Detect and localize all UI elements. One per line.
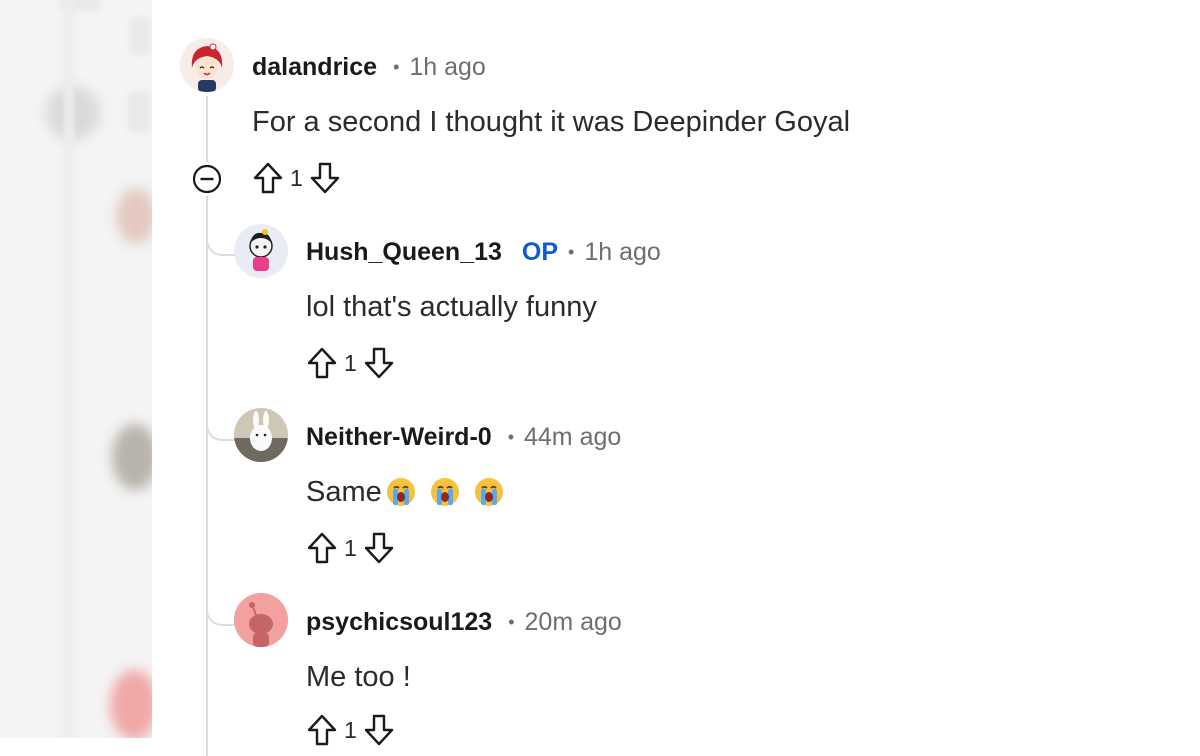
avatar[interactable] <box>234 224 288 278</box>
downvote-button[interactable] <box>361 530 397 566</box>
avatar[interactable] <box>234 408 288 462</box>
loudly-crying-face-icon <box>474 478 503 506</box>
timestamp[interactable]: 1h ago <box>584 238 660 267</box>
vote-bar: 1 <box>304 345 397 381</box>
comment-body: Me too ! <box>306 660 411 693</box>
separator-dot: • <box>508 611 515 632</box>
background-blur <box>0 0 152 738</box>
downvote-arrow-icon <box>364 532 393 564</box>
comment-meta: dalandrice • 1h ago <box>252 50 486 84</box>
upvote-button[interactable] <box>304 712 340 748</box>
avatar[interactable] <box>180 38 234 92</box>
separator-dot: • <box>393 56 400 77</box>
comment-body: For a second I thought it was Deepinder … <box>252 105 851 138</box>
author-name[interactable]: psychicsoul123 <box>306 608 492 637</box>
comment-meta: Neither-Weird-0 • 44m ago <box>306 420 621 454</box>
timestamp[interactable]: 20m ago <box>525 608 622 637</box>
downvote-button[interactable] <box>361 345 397 381</box>
vote-score: 1 <box>344 534 357 561</box>
upvote-arrow-icon <box>307 347 337 379</box>
upvote-arrow-icon <box>307 532 337 564</box>
thread-line <box>206 196 208 756</box>
vote-bar: 1 <box>304 530 397 566</box>
timestamp[interactable]: 44m ago <box>524 423 621 452</box>
vote-score: 1 <box>290 164 303 191</box>
downvote-arrow-icon <box>364 347 393 379</box>
collapse-thread-button[interactable] <box>190 162 224 196</box>
downvote-arrow-icon <box>364 714 393 746</box>
vote-score: 1 <box>344 349 357 376</box>
vote-bar: 1 <box>250 160 343 196</box>
author-name[interactable]: dalandrice <box>252 53 377 82</box>
loudly-crying-face-icon <box>386 478 415 506</box>
avatar[interactable] <box>234 593 288 647</box>
separator-dot: • <box>507 426 514 447</box>
comment-meta: Hush_Queen_13 OP • 1h ago <box>306 235 661 269</box>
upvote-button[interactable] <box>250 160 286 196</box>
comment-text: Same <box>306 475 382 508</box>
op-badge: OP <box>521 237 559 266</box>
downvote-button[interactable] <box>361 712 397 748</box>
upvote-button[interactable] <box>304 345 340 381</box>
downvote-button[interactable] <box>307 160 343 196</box>
author-name[interactable]: Neither-Weird-0 <box>306 423 492 452</box>
vote-bar: 1 <box>304 712 397 748</box>
minus-circle-icon <box>192 164 222 194</box>
thread-line <box>206 96 208 166</box>
upvote-arrow-icon <box>253 162 283 194</box>
downvote-arrow-icon <box>310 162 339 194</box>
loudly-crying-face-icon <box>430 478 459 506</box>
upvote-arrow-icon <box>307 714 337 746</box>
upvote-button[interactable] <box>304 530 340 566</box>
comment-body: lol that's actually funny <box>306 290 597 323</box>
vote-score: 1 <box>344 716 357 743</box>
author-name[interactable]: Hush_Queen_13 <box>306 238 502 267</box>
timestamp[interactable]: 1h ago <box>409 53 485 82</box>
comment-meta: psychicsoul123 • 20m ago <box>306 605 622 639</box>
separator-dot: • <box>568 241 575 262</box>
comment-body: Same <box>306 472 504 512</box>
